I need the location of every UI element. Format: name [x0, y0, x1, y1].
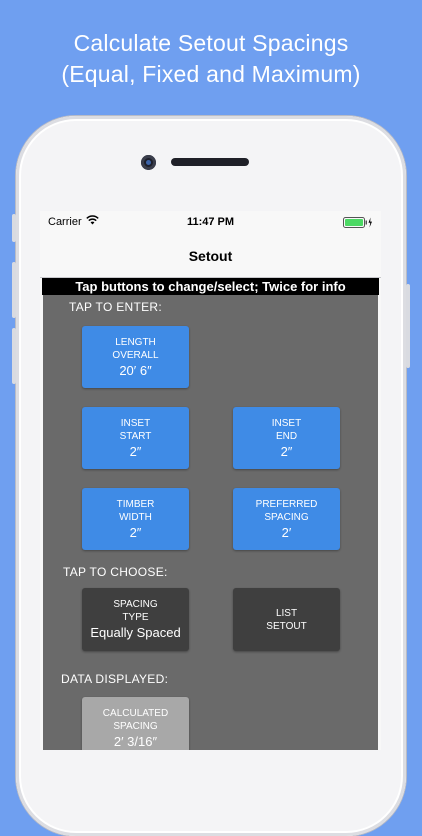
content-area: Tap buttons to change/select; Twice for … [40, 278, 381, 750]
list-setout-button[interactable]: LIST SETOUT [233, 588, 340, 651]
calculated-spacing-label-2: SPACING [113, 720, 158, 732]
section-label-choose: TAP TO CHOOSE: [63, 565, 168, 579]
list-setout-label-2: SETOUT [266, 620, 307, 632]
inset-start-label-2: START [119, 430, 152, 442]
section-label-enter: TAP TO ENTER: [69, 300, 163, 314]
spacing-type-label-2: TYPE [122, 612, 149, 623]
preferred-spacing-label-1: PREFERRED [255, 498, 318, 510]
calculated-spacing-label-1: CALCULATED [102, 707, 169, 719]
inset-start-button[interactable]: INSET START 2″ [82, 407, 189, 469]
calculated-spacing-value: 2′ 3/16″ [113, 733, 158, 749]
timber-width-label-1: TIMBER [116, 498, 155, 510]
calculated-spacing-display[interactable]: CALCULATED SPACING 2′ 3/16″ [82, 697, 189, 750]
preferred-spacing-label-2: SPACING [264, 511, 309, 523]
timber-width-value: 2″ [129, 524, 142, 540]
length-overall-label-2: OVERALL [112, 349, 159, 361]
spacing-type-button[interactable]: SPACING TYPE Equally Spaced [82, 588, 189, 651]
length-overall-value: 20′ 6″ [119, 362, 152, 378]
phone-screen: Carrier 11:47 PM Setout Tap buttons to c… [40, 211, 381, 750]
length-overall-button[interactable]: LENGTH OVERALL 20′ 6″ [82, 326, 189, 388]
spacing-type-label-1: SPACING [113, 599, 158, 610]
main-panel: TAP TO ENTER: LENGTH OVERALL 20′ 6″ INSE… [43, 295, 378, 750]
preferred-spacing-button[interactable]: PREFERRED SPACING 2′ [233, 488, 340, 550]
headline-line-2: (Equal, Fixed and Maximum) [61, 61, 361, 87]
status-bar: Carrier 11:47 PM [40, 211, 381, 233]
power-button [406, 284, 410, 368]
inset-end-label-2: END [275, 430, 298, 442]
mute-switch [12, 214, 16, 242]
inset-end-button[interactable]: INSET END 2″ [233, 407, 340, 469]
navigation-bar: Setout [40, 233, 381, 278]
headline: Calculate Setout Spacings (Equal, Fixed … [0, 28, 422, 90]
status-time: 11:47 PM [186, 216, 235, 228]
front-camera [141, 155, 156, 170]
volume-up-button [12, 262, 16, 318]
inset-start-value: 2″ [129, 443, 142, 459]
headline-line-1: Calculate Setout Spacings [73, 30, 349, 56]
inset-end-value: 2″ [280, 443, 293, 459]
timber-width-label-2: WIDTH [119, 511, 152, 523]
earpiece-speaker [171, 158, 249, 166]
inset-start-label-1: INSET [120, 417, 151, 429]
spacing-type-value: Equally Spaced [90, 625, 181, 640]
preferred-spacing-value: 2′ [281, 524, 292, 540]
timber-width-button[interactable]: TIMBER WIDTH 2″ [82, 488, 189, 550]
list-setout-label-1: LIST [275, 607, 298, 619]
section-label-data: DATA DISPLAYED: [61, 672, 169, 686]
volume-down-button [12, 328, 16, 384]
battery-icon [343, 217, 372, 228]
inset-end-label-1: INSET [271, 417, 302, 429]
length-overall-label-1: LENGTH [115, 336, 156, 348]
nav-title: Setout [188, 248, 233, 264]
instruction-banner: Tap buttons to change/select; Twice for … [42, 278, 379, 295]
